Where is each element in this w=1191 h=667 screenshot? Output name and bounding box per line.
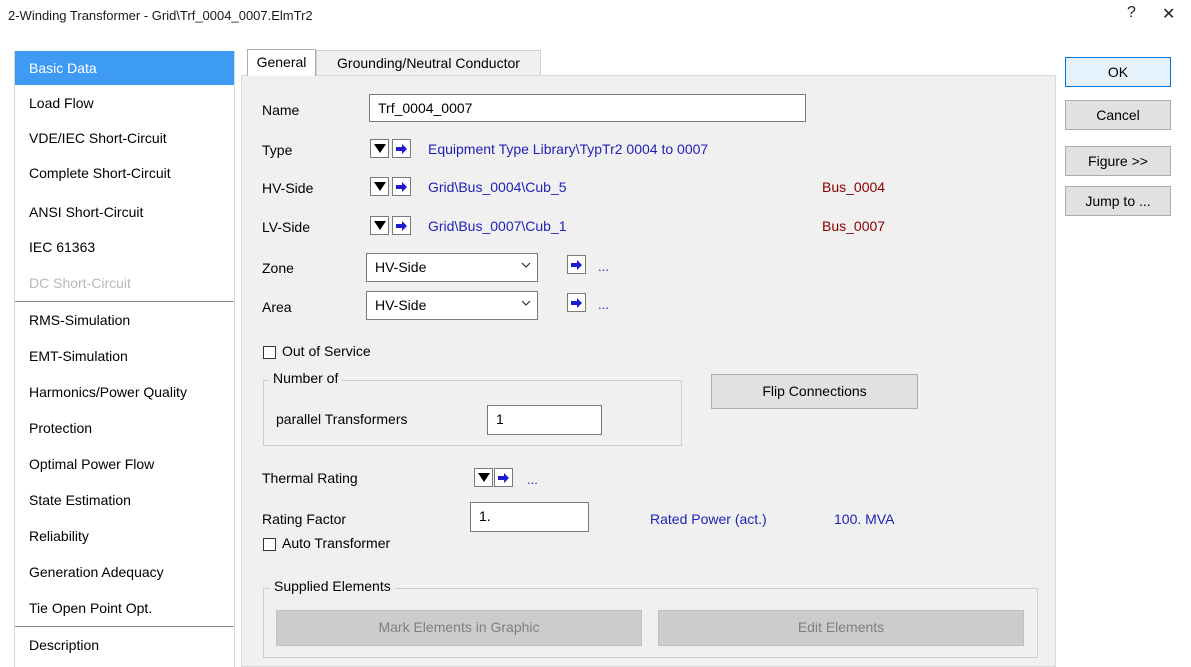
area-select-value: HV-Side [375,297,427,313]
help-icon[interactable]: ? [1127,4,1136,22]
nav-item-dc-short-circuit: DC Short-Circuit [15,266,234,301]
thermal-jump-button[interactable] [494,468,513,487]
area-select[interactable]: HV-Side [366,291,538,320]
zone-label: Zone [262,260,294,276]
close-icon[interactable]: ✕ [1162,4,1175,24]
type-jump-button[interactable] [392,139,411,158]
chevron-down-icon [521,300,531,306]
arrow-right-icon [396,144,407,154]
out-of-service-checkbox[interactable] [263,346,276,359]
arrow-right-icon [571,298,582,308]
flip-connections-button[interactable]: Flip Connections [711,374,918,409]
rating-factor-label: Rating Factor [262,511,347,527]
type-select-button[interactable] [370,139,389,158]
triangle-down-icon [374,182,386,191]
arrow-right-icon [396,221,407,231]
nav-item-complete-short-circuit[interactable]: Complete Short-Circuit [15,156,234,191]
supplied-elements-title: Supplied Elements [270,578,395,594]
edit-elements-button: Edit Elements [658,610,1024,646]
hv-side-label: HV-Side [262,180,314,196]
thermal-select-button[interactable] [474,468,493,487]
nav-item-emt-simulation[interactable]: EMT-Simulation [15,339,234,374]
arrow-right-icon [396,182,407,192]
zone-more-link[interactable]: ... [598,259,609,274]
chevron-down-icon [521,262,531,268]
nav-item-load-flow[interactable]: Load Flow [15,86,234,121]
rated-power-value: 100. MVA [834,511,895,527]
hv-bus-label: Bus_0004 [822,179,886,195]
window-title: 2-Winding Transformer - Grid\Trf_0004_00… [8,8,313,23]
sidebar-nav: Basic Data Load Flow VDE/IEC Short-Circu… [14,51,235,667]
thermal-more-link[interactable]: ... [527,472,538,487]
nav-item-ansi-short-circuit[interactable]: ANSI Short-Circuit [15,195,234,230]
figure-button[interactable]: Figure >> [1065,146,1171,176]
type-label: Type [262,142,293,158]
nav-item-state-estimation[interactable]: State Estimation [15,483,234,518]
nav-divider [15,626,234,627]
nav-item-basic-data[interactable]: Basic Data [15,51,234,85]
auto-transformer-label: Auto Transformer [282,535,391,551]
area-label: Area [262,299,292,315]
nav-item-protection[interactable]: Protection [15,411,234,446]
parallel-transformers-label: parallel Transformers [276,411,408,427]
rated-power-label: Rated Power (act.) [650,511,767,527]
hv-select-button[interactable] [370,177,389,196]
cancel-button[interactable]: Cancel [1065,100,1171,130]
name-label: Name [262,102,300,118]
name-input[interactable]: Trf_0004_0007 [369,94,806,122]
lv-jump-button[interactable] [392,216,411,235]
lv-select-button[interactable] [370,216,389,235]
nav-item-iec-61363[interactable]: IEC 61363 [15,230,234,265]
nav-item-reliability[interactable]: Reliability [15,519,234,554]
lv-side-label: LV-Side [262,219,310,235]
arrow-right-icon [498,473,509,483]
zone-jump-button[interactable] [567,255,586,274]
nav-item-rms-simulation[interactable]: RMS-Simulation [15,303,234,338]
triangle-down-icon [374,221,386,230]
area-more-link[interactable]: ... [598,297,609,312]
type-link[interactable]: Equipment Type Library\TypTr2 0004 to 00… [428,141,708,157]
nav-item-tie-open-point[interactable]: Tie Open Point Opt. [15,591,234,626]
triangle-down-icon [478,473,490,482]
arrow-right-icon [571,260,582,270]
hv-jump-button[interactable] [392,177,411,196]
number-of-group-title: Number of [269,370,343,386]
zone-select-value: HV-Side [375,259,427,275]
out-of-service-label: Out of Service [282,343,371,359]
nav-item-generation-adequacy[interactable]: Generation Adequacy [15,555,234,590]
tab-general[interactable]: General [247,49,316,76]
thermal-rating-label: Thermal Rating [262,470,358,486]
tab-grounding-neutral[interactable]: Grounding/Neutral Conductor [316,50,541,76]
nav-item-optimal-power-flow[interactable]: Optimal Power Flow [15,447,234,482]
mark-elements-button: Mark Elements in Graphic [276,610,642,646]
nav-divider [15,301,234,302]
lv-bus-label: Bus_0007 [822,218,886,234]
rating-factor-input[interactable]: 1. [470,502,589,532]
nav-item-harmonics[interactable]: Harmonics/Power Quality [15,375,234,410]
zone-select[interactable]: HV-Side [366,253,538,282]
area-jump-button[interactable] [567,293,586,312]
triangle-down-icon [374,144,386,153]
auto-transformer-checkbox[interactable] [263,538,276,551]
nav-item-vde-iec-short-circuit[interactable]: VDE/IEC Short-Circuit [15,121,234,156]
parallel-transformers-input[interactable]: 1 [487,405,602,435]
hv-cubicle-link[interactable]: Grid\Bus_0004\Cub_5 [428,179,567,195]
ok-button[interactable]: OK [1065,57,1171,87]
jump-to-button[interactable]: Jump to ... [1065,186,1171,216]
nav-item-description[interactable]: Description [15,628,234,663]
lv-cubicle-link[interactable]: Grid\Bus_0007\Cub_1 [428,218,567,234]
